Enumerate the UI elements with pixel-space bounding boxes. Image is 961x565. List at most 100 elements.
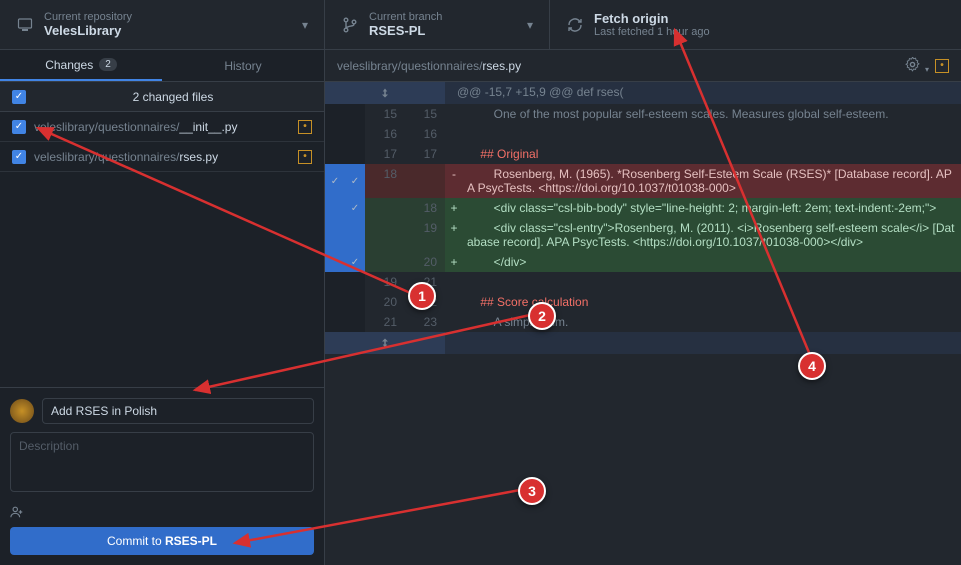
tab-history-label: History [224, 59, 261, 73]
diff-marker: + [445, 252, 463, 272]
old-line-number: 18 [365, 164, 405, 198]
old-line-number: 20 [365, 292, 405, 312]
hunk-header: @@ -15,7 +15,9 @@ def rses( [445, 82, 961, 104]
line-content: <div class="csl-entry">Rosenberg, M. (20… [463, 218, 961, 252]
diff-marker [445, 124, 463, 144]
diff-line[interactable]: ✓ 18 + <div class="csl-bib-body" style="… [325, 198, 961, 218]
repo-selector[interactable]: Current repository VelesLibrary ▾ [0, 0, 325, 49]
gear-icon[interactable]: ▾ [905, 57, 929, 75]
line-check-gutter[interactable]: ✓ ✓ [325, 164, 365, 198]
old-line-number: 19 [365, 272, 405, 292]
file-checkbox[interactable]: ✓ [12, 150, 26, 164]
new-line-number: 20 [405, 252, 445, 272]
line-check-gutter [325, 104, 365, 124]
diff-line[interactable]: 16 16 [325, 124, 961, 144]
line-content: A simple sum. [463, 312, 961, 332]
new-line-number: 18 [405, 198, 445, 218]
old-line-number [365, 252, 405, 272]
branch-selector[interactable]: Current branch RSES-PL ▾ [325, 0, 550, 49]
repo-label: Current repository [44, 11, 294, 23]
branch-name: RSES-PL [369, 23, 519, 38]
new-line-number: 17 [405, 144, 445, 164]
expand-up-row[interactable]: @@ -15,7 +15,9 @@ def rses( [325, 82, 961, 104]
chevron-down-icon: ▾ [527, 18, 533, 32]
diff-line[interactable]: 21 23 A simple sum. [325, 312, 961, 332]
old-line-number: 15 [365, 104, 405, 124]
diff-marker: + [445, 198, 463, 218]
file-path: veleslibrary/questionnaires/__init__.py [34, 120, 298, 134]
line-check-gutter [325, 312, 365, 332]
avatar [10, 399, 34, 423]
tab-changes[interactable]: Changes 2 [0, 50, 162, 81]
old-line-number [365, 198, 405, 218]
file-list: ✓ veleslibrary/questionnaires/__init__.p… [0, 112, 324, 172]
commit-button-prefix: Commit to [107, 534, 165, 548]
diff-content: @@ -15,7 +15,9 @@ def rses( 15 15 One of… [325, 82, 961, 565]
commit-description-input[interactable] [10, 432, 314, 492]
line-check-gutter[interactable]: ✓ [325, 252, 365, 272]
line-check-gutter[interactable] [325, 218, 365, 252]
sidebar: Changes 2 History ✓ 2 changed files ✓ ve… [0, 50, 325, 565]
diff-marker [445, 312, 463, 332]
diff-line[interactable]: 20 22 ## Score calculation [325, 292, 961, 312]
fetch-title: Fetch origin [594, 11, 945, 26]
line-check-gutter [325, 124, 365, 144]
modified-status-icon: • [935, 59, 949, 73]
files-header: ✓ 2 changed files [0, 82, 324, 112]
diff-line[interactable]: 15 15 One of the most popular self-estee… [325, 104, 961, 124]
diff-line[interactable]: 19 + <div class="csl-entry">Rosenberg, M… [325, 218, 961, 252]
diff-file-path: veleslibrary/questionnaires/rses.py [337, 59, 899, 73]
diff-line[interactable]: ✓ 20 + </div> [325, 252, 961, 272]
diff-marker [445, 272, 463, 292]
tab-changes-label: Changes [45, 58, 93, 72]
branch-icon [341, 16, 359, 34]
repo-name: VelesLibrary [44, 23, 294, 38]
file-path: veleslibrary/questionnaires/rses.py [34, 150, 298, 164]
modified-icon: • [298, 120, 312, 134]
diff-marker: - [445, 164, 463, 198]
old-line-number [365, 218, 405, 252]
file-row[interactable]: ✓ veleslibrary/questionnaires/rses.py • [0, 142, 324, 172]
fetch-button[interactable]: Fetch origin Last fetched 1 hour ago [550, 0, 961, 49]
file-checkbox[interactable]: ✓ [12, 120, 26, 134]
new-line-number: 23 [405, 312, 445, 332]
diff-marker [445, 292, 463, 312]
modified-icon: • [298, 150, 312, 164]
commit-button[interactable]: Commit to RSES-PL [10, 527, 314, 555]
sidebar-tabs: Changes 2 History [0, 50, 324, 82]
files-count: 2 changed files [34, 90, 312, 104]
line-content [463, 272, 961, 292]
old-line-number: 21 [365, 312, 405, 332]
expand-down-icon[interactable] [325, 332, 445, 354]
line-check-gutter[interactable]: ✓ [325, 198, 365, 218]
file-row[interactable]: ✓ veleslibrary/questionnaires/__init__.p… [0, 112, 324, 142]
tab-history[interactable]: History [162, 50, 324, 81]
line-content: One of the most popular self-esteem scal… [463, 104, 961, 124]
diff-line[interactable]: 17 17 ## Original [325, 144, 961, 164]
old-line-number: 17 [365, 144, 405, 164]
new-line-number: 15 [405, 104, 445, 124]
select-all-checkbox[interactable]: ✓ [12, 90, 26, 104]
new-line-number: 21 [405, 272, 445, 292]
diff-marker [445, 144, 463, 164]
diff-line[interactable]: 19 21 [325, 272, 961, 292]
expand-down-row[interactable] [325, 332, 961, 354]
line-content: </div> [463, 252, 961, 272]
add-coauthor-button[interactable] [10, 503, 24, 519]
changes-count-badge: 2 [99, 58, 117, 71]
diff-panel: veleslibrary/questionnaires/rses.py ▾ • … [325, 50, 961, 565]
old-line-number: 16 [365, 124, 405, 144]
new-line-number [405, 164, 445, 198]
commit-button-branch: RSES-PL [165, 534, 217, 548]
diff-marker: + [445, 218, 463, 252]
expand-up-icon[interactable] [325, 82, 445, 104]
diff-marker [445, 104, 463, 124]
line-content: ## Score calculation [463, 292, 961, 312]
line-check-gutter [325, 272, 365, 292]
diff-line[interactable]: ✓ ✓ 18 - Rosenberg, M. (1965). *Rosenber… [325, 164, 961, 198]
line-content: Rosenberg, M. (1965). *Rosenberg Self-Es… [463, 164, 961, 198]
commit-summary-input[interactable] [42, 398, 314, 424]
new-line-number: 16 [405, 124, 445, 144]
line-content: ## Original [463, 144, 961, 164]
commit-form: Commit to RSES-PL [0, 387, 324, 565]
